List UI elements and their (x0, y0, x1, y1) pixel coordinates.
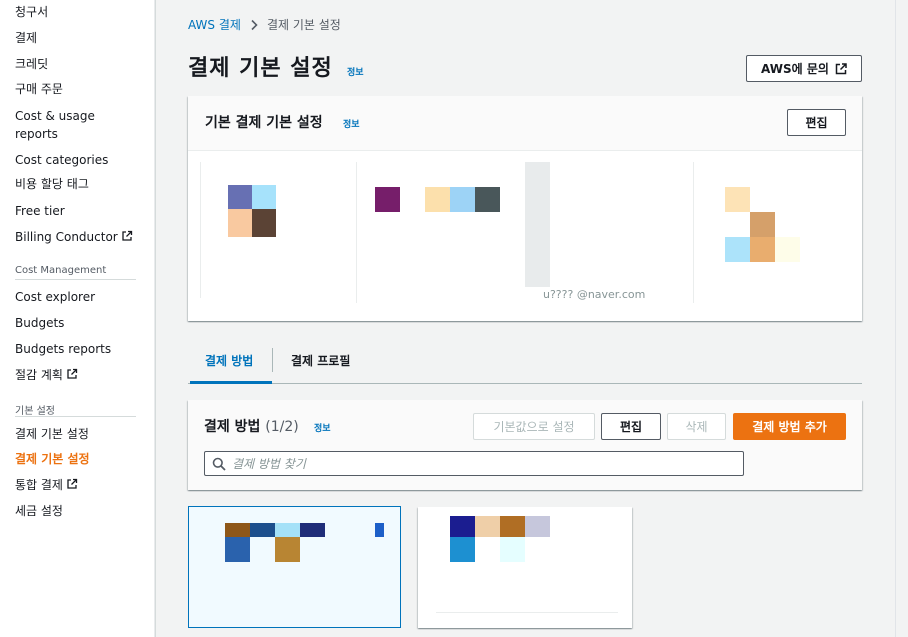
chevron-right-icon (251, 19, 258, 30)
sidebar-item-label: 통합 결제 (15, 478, 63, 492)
payment-methods-card: 결제 방법 (1/2) 정보 기본값으로 설정 편집 삭제 결제 방법 추가 (188, 400, 862, 490)
page-title: 결제 기본 설정 (188, 56, 333, 81)
payment-method-card[interactable] (418, 507, 632, 628)
redacted-block (500, 537, 525, 562)
tab-payment-profiles[interactable]: 결제 프로필 (291, 352, 350, 369)
redacted-block (375, 523, 384, 537)
redacted-block (250, 523, 275, 537)
redacted-block (450, 187, 475, 212)
redacted-block (225, 537, 250, 562)
redacted-block (725, 187, 750, 212)
column-divider (356, 162, 357, 303)
breadcrumb-aws-billing[interactable]: AWS 결제 (188, 16, 241, 33)
redacted-block (252, 185, 276, 209)
scrollbar[interactable] (895, 0, 908, 637)
search-input-container[interactable] (204, 451, 744, 476)
redacted-block (475, 516, 500, 537)
sidebar-item-payment-preferences[interactable]: 결제 기본 설정 (15, 450, 90, 468)
sidebar-item-cost-allocation-tags[interactable]: 비용 할당 태그 (15, 175, 89, 193)
section-preferences: 기본 설정 (15, 406, 55, 417)
sidebar-item-cur-line1[interactable]: Cost & usage (15, 107, 95, 125)
redacted-block (725, 237, 750, 262)
sidebar-item-consolidated-billing[interactable]: 통합 결제 (15, 476, 78, 494)
redacted-block (500, 516, 525, 537)
search-input[interactable] (232, 455, 732, 472)
divider (436, 612, 618, 613)
redacted-block (525, 516, 550, 537)
sidebar-item-purchase-orders[interactable]: 구매 주문 (15, 80, 63, 98)
sidebar-item-cost-categories[interactable]: Cost categories (15, 151, 108, 169)
redacted-block (750, 237, 775, 262)
contact-aws-button[interactable]: AWS에 문의 (746, 55, 862, 82)
tabs-border (188, 383, 862, 384)
sidebar-item-cost-explorer[interactable]: Cost explorer (15, 288, 95, 306)
column-divider (693, 162, 694, 303)
sidebar: 청구서 결제 크레딧 구매 주문 Cost & usage reports Co… (0, 0, 155, 637)
column-divider (200, 162, 201, 298)
external-link-icon (835, 62, 847, 74)
contact-aws-label: AWS에 문의 (761, 62, 829, 76)
edit-button[interactable]: 편집 (787, 109, 846, 136)
redacted-block (525, 162, 550, 287)
item-count: (1/2) (265, 419, 299, 435)
sidebar-item-credits[interactable]: 크레딧 (15, 55, 48, 73)
redacted-block (300, 523, 325, 537)
delete-button[interactable]: 삭제 (667, 413, 726, 440)
tab-payment-methods[interactable]: 결제 방법 (205, 352, 253, 369)
redacted-block (228, 209, 252, 237)
external-link-icon (67, 368, 78, 379)
sidebar-item-savings-plans[interactable]: 절감 계획 (15, 366, 78, 384)
sidebar-item-budgets[interactable]: Budgets (15, 314, 64, 332)
active-tab-indicator (190, 381, 272, 384)
card-title: 기본 결제 기본 설정 (205, 115, 323, 131)
redacted-block (450, 537, 475, 562)
redacted-block (775, 237, 800, 262)
breadcrumb: AWS 결제 결제 기본 설정 (188, 16, 341, 33)
external-link-icon (67, 478, 78, 489)
redacted-block (252, 209, 276, 237)
redacted-block (750, 212, 775, 237)
section-cost-management: Cost Management (15, 265, 107, 276)
redacted-block (228, 185, 252, 209)
redacted-block (275, 537, 300, 562)
sidebar-item-billing-preferences[interactable]: 결제 기본 설정 (15, 425, 89, 443)
add-payment-method-button[interactable]: 결제 방법 추가 (733, 413, 846, 440)
redacted-block (225, 523, 250, 537)
info-link[interactable]: 정보 (314, 421, 331, 434)
sidebar-item-payments[interactable]: 결제 (15, 29, 37, 47)
card-title: 결제 방법 (1/2) (204, 416, 299, 436)
sidebar-item-free-tier[interactable]: Free tier (15, 202, 65, 220)
external-link-icon (122, 230, 132, 241)
search-icon (212, 457, 226, 471)
sidebar-item-label: Billing Conductor (15, 230, 118, 244)
email-partial: u???? @naver.com (543, 288, 646, 301)
breadcrumb-current: 결제 기본 설정 (266, 18, 341, 32)
redacted-block (375, 187, 400, 212)
sidebar-item-budgets-reports[interactable]: Budgets reports (15, 340, 111, 358)
edit-button[interactable]: 편집 (601, 413, 661, 440)
set-default-button[interactable]: 기본값으로 설정 (473, 413, 595, 440)
info-link[interactable]: 정보 (343, 117, 360, 130)
sidebar-item-invoices[interactable]: 청구서 (15, 3, 48, 21)
sidebar-item-cur-line2[interactable]: reports (15, 125, 58, 143)
sidebar-item-tax-settings[interactable]: 세금 설정 (15, 502, 63, 520)
redacted-block (275, 523, 300, 537)
redacted-block (475, 187, 500, 212)
info-link[interactable]: 정보 (347, 65, 364, 78)
payment-method-card-selected[interactable] (188, 506, 401, 628)
redacted-block (425, 187, 450, 212)
sidebar-item-billing-conductor[interactable]: Billing Conductor (15, 228, 133, 246)
divider (15, 416, 136, 417)
redacted-block (450, 516, 475, 537)
sidebar-item-label: 절감 계획 (15, 368, 63, 382)
card-title-text: 결제 방법 (204, 419, 261, 435)
default-payment-preferences-card: 기본 결제 기본 설정 정보 편집 u???? @naver.com (188, 96, 862, 321)
tab-divider (272, 348, 273, 372)
divider (15, 279, 136, 280)
